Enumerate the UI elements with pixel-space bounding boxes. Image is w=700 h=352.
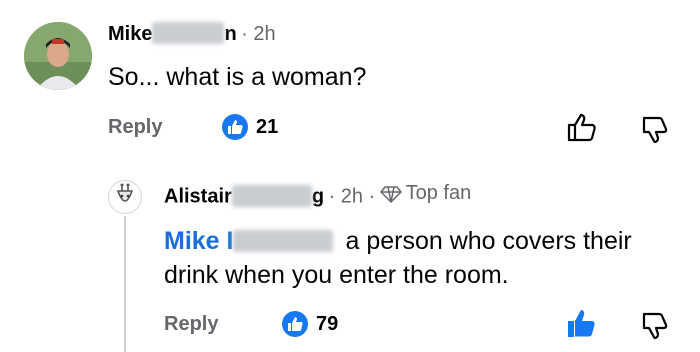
author-name-end: g (311, 185, 325, 208)
redacted-name-blur (231, 184, 312, 207)
thumbs-up-icon (567, 113, 596, 142)
dislike-button[interactable] (640, 310, 670, 345)
like-badge-icon (222, 114, 248, 140)
comment-text-line2: drink when you enter the room. (164, 261, 509, 289)
thumbs-up-filled-icon (568, 310, 595, 337)
author-name[interactable]: Alistair (164, 186, 232, 208)
thread-line (124, 216, 126, 352)
badge-label: Top fan (405, 182, 472, 204)
author-name-end: n (224, 23, 237, 45)
author-name[interactable]: Mike (108, 23, 152, 45)
comment-text: So... what is a woman? (108, 63, 367, 91)
avatar[interactable] (24, 22, 92, 90)
comment-text: Mike I a person who covers their (164, 224, 632, 258)
redacted-name-blur (152, 22, 225, 44)
like-button-active[interactable] (566, 308, 598, 343)
like-count: 79 (316, 312, 339, 335)
comment-text-line1: a person who covers their (345, 227, 632, 255)
diamond-icon (379, 185, 402, 203)
comment-time[interactable]: · 2h · (328, 186, 375, 208)
comment-time[interactable]: · 2h (241, 23, 275, 45)
top-fan-badge: Top fan (379, 182, 472, 205)
redacted-mention-blur (233, 230, 334, 252)
dislike-button[interactable] (640, 114, 670, 149)
reaction-summary[interactable]: 79 (282, 311, 338, 337)
reply-button[interactable]: Reply (164, 313, 218, 336)
reaction-summary[interactable]: 21 (222, 114, 278, 140)
reply-button[interactable]: Reply (108, 116, 162, 139)
thumbs-down-icon (642, 312, 668, 340)
mention-tag[interactable]: Mike I (164, 227, 233, 255)
thumbs-down-icon (642, 116, 668, 144)
like-count: 21 (256, 115, 279, 138)
comment-header: Alistair g · 2h · Top fan (164, 182, 471, 209)
comment-header: Mike n · 2h (108, 22, 276, 46)
like-button[interactable] (566, 112, 598, 147)
like-badge-icon (282, 311, 308, 337)
avatar[interactable] (108, 180, 142, 214)
